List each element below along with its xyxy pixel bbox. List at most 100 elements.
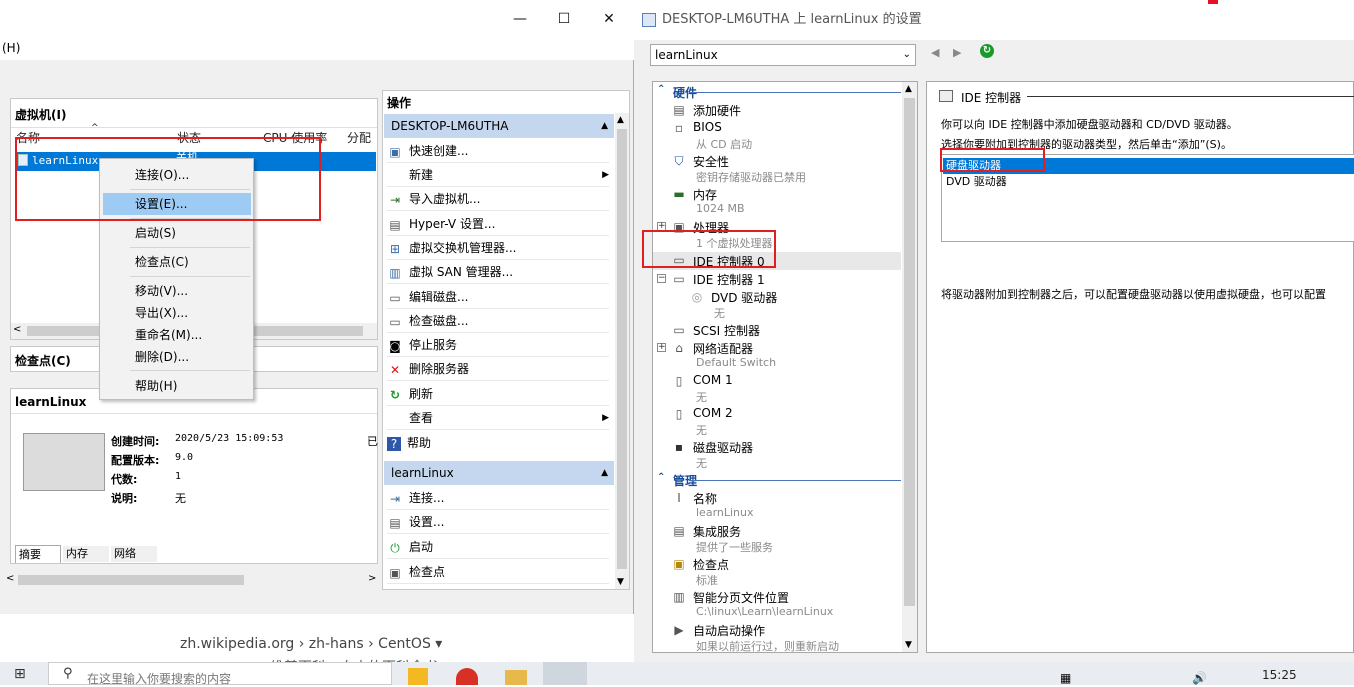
folder-icon[interactable] (505, 670, 527, 685)
action-settings[interactable]: ▤ 设置... (387, 510, 609, 534)
settings-title: DESKTOP-LM6UTHA 上 learnLinux 的设置 (662, 12, 922, 27)
action-edit-disk[interactable]: ▭ 编辑磁盘... (387, 285, 609, 309)
tray-icon[interactable]: ▦ (1060, 671, 1071, 685)
menu-start[interactable]: 启动(S) (103, 222, 251, 244)
actions-vm-section[interactable]: learnLinux ▲ (384, 461, 614, 485)
hyperv-menubar: (H) (0, 38, 634, 60)
settings-tree: ⌃ 硬件 ▤ 添加硬件 ▫ BIOS 从 CD 启动 ⛉ 安全性 密钥存储驱动器已禁用 ▬… (652, 81, 918, 653)
volume-icon[interactable]: 🔊 (1192, 671, 1207, 685)
details-scroll-left-icon[interactable]: < (6, 573, 14, 584)
collapse-vm-icon[interactable]: ▲ (601, 461, 608, 485)
action-new[interactable]: 新建 ▶ (387, 163, 609, 187)
floppy-icon: ▪ (674, 440, 684, 454)
menu-checkpoint[interactable]: 检查点(C) (103, 251, 251, 273)
action-virtual-san[interactable]: ▥ 虚拟 SAN 管理器... (387, 260, 609, 284)
start-icon: ⏻ (390, 540, 400, 555)
config-version-label: 配置版本: (111, 454, 160, 467)
integration-icon: ▤ (673, 524, 685, 538)
description-3: 将驱动器附加到控制器之后，可以配置硬盘驱动器以使用虚拟硬盘，也可以配置 (941, 288, 1326, 301)
close-button-fragment[interactable] (1208, 0, 1218, 4)
hardware-section[interactable]: ⌃ 硬件 (653, 84, 901, 100)
search-icon: ⚲ (63, 666, 73, 681)
paging-icon: ▥ (673, 590, 685, 604)
scroll-left-icon[interactable]: < (13, 324, 21, 335)
action-view[interactable]: 查看 ▶ (387, 406, 609, 430)
details-list: 创建时间: 2020/5/23 15:09:53 配置版本: 9.0 代数: 1… (111, 433, 291, 513)
tree-scroll-up-icon[interactable]: ▲ (905, 84, 912, 94)
refresh-icon: ↻ (389, 387, 401, 402)
hyperv-taskbar-button[interactable] (543, 662, 587, 685)
expand-network-icon[interactable]: + (657, 343, 666, 352)
menu-move[interactable]: 移动(V)... (103, 280, 251, 302)
menu-help[interactable]: 帮助(H) (103, 375, 251, 397)
description-1: 你可以向 IDE 控制器中添加硬盘驱动器和 CD/DVD 驱动器。 (941, 118, 1238, 131)
scroll-up-icon[interactable]: ▲ (617, 115, 624, 125)
action-stop-service[interactable]: ◙ 停止服务 (387, 333, 609, 357)
action-quick-create[interactable]: ▣ 快速创建... (387, 139, 609, 163)
tree-scroll-down-icon[interactable]: ▼ (905, 640, 912, 650)
generation-label: 代数: (111, 473, 138, 486)
tree-scrollbar[interactable]: ▲ ▼ (902, 82, 917, 652)
action-hyperv-settings[interactable]: ▤ Hyper-V 设置... (387, 212, 609, 236)
memory-icon: ▬ (673, 187, 685, 201)
stop-icon: ◙ (389, 338, 401, 353)
details-scrollbar[interactable]: < > (4, 572, 378, 588)
list-item-dvd-drive[interactable]: DVD 驱动器 (943, 174, 1354, 190)
annotation-box-2 (642, 230, 776, 268)
minimize-icon[interactable]: — (505, 8, 535, 30)
actions-pane: 操作 DESKTOP-LM6UTHA ▲ ▣ 快速创建... 新建 ▶ ⇥ 导入虚拟机… (382, 90, 630, 590)
column-memory[interactable]: 分配 (347, 129, 371, 147)
action-remove-server[interactable]: ✕ 删除服务器 (387, 357, 609, 381)
windows-start-icon[interactable]: ⊞ (14, 666, 30, 682)
management-collapse-icon[interactable]: ⌃ (657, 472, 665, 483)
tree-scroll-thumb[interactable] (904, 98, 915, 606)
actions-title: 操作 (387, 96, 412, 110)
menu-delete[interactable]: 删除(D)... (103, 346, 251, 368)
scroll-down-icon[interactable]: ▼ (617, 577, 624, 587)
section-collapse-icon[interactable]: ⌃ (657, 84, 665, 95)
tab-network[interactable]: 网络 (111, 546, 157, 562)
forward-icon[interactable]: ▶ (953, 46, 961, 59)
action-help[interactable]: ? 帮助 (387, 431, 609, 455)
action-checkpoint[interactable]: ▣ 检查点 (387, 560, 609, 584)
details-scroll-right-icon[interactable]: > (368, 573, 376, 584)
network-icon: ⌂ (675, 341, 683, 355)
tab-memory[interactable]: 内存 (63, 546, 109, 562)
action-refresh[interactable]: ↻ 刷新 (387, 382, 609, 406)
collapse-icon[interactable]: − (657, 274, 666, 283)
maximize-icon[interactable]: ☐ (549, 8, 579, 30)
search-placeholder: 在这里输入你要搜索的内容 (87, 672, 232, 686)
close-icon[interactable]: ✕ (594, 8, 624, 30)
annotation-box (15, 137, 321, 221)
clock[interactable]: 15:25 (1262, 668, 1297, 682)
action-inspect-disk[interactable]: ▭ 检查磁盘... (387, 309, 609, 333)
vm-settings-icon: ▤ (389, 515, 401, 530)
taskbar-search[interactable]: ⚲ 在这里输入你要搜索的内容 (48, 662, 392, 686)
action-start[interactable]: ⏻ 启动 (387, 535, 609, 559)
bios-icon: ▫ (674, 121, 684, 135)
actions-scrollbar[interactable]: ▲ ▼ (615, 113, 629, 589)
menu-help[interactable]: (H) (2, 41, 20, 55)
chrome-icon[interactable] (456, 668, 478, 685)
vm-details-panel: learnLinux 创建时间: 2020/5/23 15:09:53 配置版本… (10, 388, 378, 564)
scsi-icon: ▭ (673, 323, 685, 337)
actions-host-section[interactable]: DESKTOP-LM6UTHA ▲ (384, 114, 614, 138)
details-tabs: 摘要 内存 网络 (15, 545, 157, 563)
collapse-icon[interactable]: ▲ (601, 114, 608, 138)
management-section[interactable]: ⌃ 管理 (653, 472, 901, 488)
action-connect[interactable]: ⇥ 连接... (387, 486, 609, 510)
menu-export[interactable]: 导出(X)... (103, 302, 251, 324)
menu-rename[interactable]: 重命名(M)... (103, 324, 251, 346)
refresh-settings-icon[interactable]: ↻ (980, 44, 994, 58)
actions-scroll-thumb[interactable] (617, 129, 627, 569)
action-virtual-switch[interactable]: ⊞ 虚拟交换机管理器... (387, 236, 609, 260)
vm-select[interactable]: learnLinux ⌄ (650, 44, 916, 66)
created-label: 创建时间: (111, 435, 160, 448)
back-icon[interactable]: ◀ (931, 46, 939, 59)
help-icon: ? (387, 436, 401, 451)
action-import[interactable]: ⇥ 导入虚拟机... (387, 187, 609, 211)
tab-summary[interactable]: 摘要 (15, 545, 61, 563)
browser-breadcrumb[interactable]: zh.wikipedia.org › zh-hans › CentOS ▾ (180, 636, 442, 652)
file-manager-icon[interactable] (408, 668, 428, 685)
details-scroll-thumb[interactable] (18, 575, 244, 585)
